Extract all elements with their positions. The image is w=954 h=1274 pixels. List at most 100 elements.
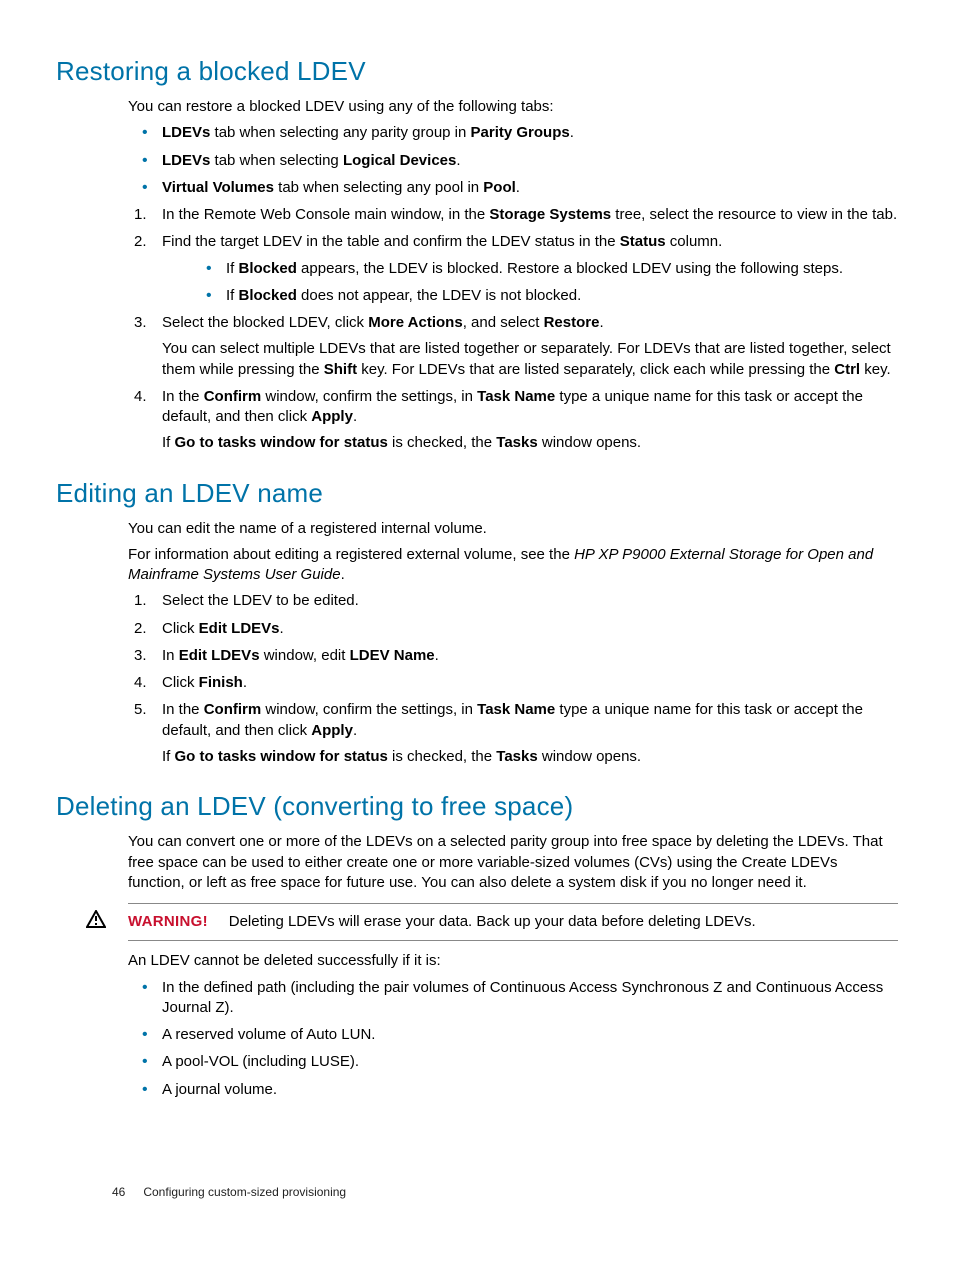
bold-term: Virtual Volumes	[162, 179, 274, 196]
heading-editing-ldev: Editing an LDEV name	[56, 476, 898, 511]
bold-term: Tasks	[496, 748, 537, 765]
bold-term: Pool	[483, 179, 516, 196]
list-item: LDEVs tab when selecting Logical Devices…	[128, 151, 898, 171]
page-footer: 46 Configuring custom-sized provisioning	[112, 1184, 346, 1200]
section-deleting-body: You can convert one or more of the LDEVs…	[128, 832, 898, 893]
text-fragment: window, edit	[260, 647, 350, 664]
list-item: In the defined path (including the pair …	[128, 978, 898, 1019]
text-fragment: window opens.	[538, 748, 641, 765]
warning-icon	[86, 910, 106, 934]
bold-term: Edit LDEVs	[199, 620, 280, 637]
text-fragment: Select the blocked LDEV, click	[162, 314, 368, 331]
list-item: A pool-VOL (including LUSE).	[128, 1052, 898, 1072]
footer-title: Configuring custom-sized provisioning	[143, 1185, 346, 1199]
text-fragment: does not appear, the LDEV is not blocked…	[297, 287, 581, 304]
page-number: 46	[112, 1184, 140, 1200]
bold-term: Tasks	[496, 434, 537, 451]
text-fragment: .	[353, 722, 357, 739]
heading-restoring-ldev: Restoring a blocked LDEV	[56, 54, 898, 89]
text-fragment: .	[353, 408, 357, 425]
bold-term: Parity Groups	[471, 124, 570, 141]
restore-steps: In the Remote Web Console main window, i…	[128, 205, 898, 454]
continuation-text: If Go to tasks window for status is chec…	[162, 747, 898, 767]
text-fragment: is checked, the	[388, 748, 496, 765]
bold-term: Confirm	[204, 701, 262, 718]
text-fragment: In	[162, 647, 179, 664]
step-item: In Edit LDEVs window, edit LDEV Name.	[128, 646, 898, 666]
text-fragment: If	[226, 287, 239, 304]
text-fragment: tab when selecting any pool in	[274, 179, 483, 196]
text-fragment: .	[456, 152, 460, 169]
text-fragment: In the	[162, 388, 204, 405]
heading-deleting-ldev: Deleting an LDEV (converting to free spa…	[56, 789, 898, 824]
step-item: In the Remote Web Console main window, i…	[128, 205, 898, 225]
list-item: LDEVs tab when selecting any parity grou…	[128, 123, 898, 143]
bold-term: Finish	[199, 674, 243, 691]
list-item: If Blocked appears, the LDEV is blocked.…	[196, 259, 898, 279]
bold-term: Apply	[311, 408, 353, 425]
text-fragment: key. For LDEVs that are listed separatel…	[357, 361, 834, 378]
text-fragment: column.	[666, 233, 723, 250]
section-restoring-body: You can restore a blocked LDEV using any…	[128, 97, 898, 454]
step-item: Select the blocked LDEV, click More Acti…	[128, 313, 898, 380]
text-fragment: If	[226, 260, 239, 277]
bold-term: LDEVs	[162, 124, 210, 141]
text-fragment: .	[570, 124, 574, 141]
paragraph: An LDEV cannot be deleted successfully i…	[128, 951, 898, 971]
text-fragment: .	[341, 566, 345, 583]
sub-list: If Blocked appears, the LDEV is blocked.…	[196, 259, 898, 307]
step-item: Find the target LDEV in the table and co…	[128, 232, 898, 306]
tab-list: LDEVs tab when selecting any parity grou…	[128, 123, 898, 198]
bold-term: Task Name	[477, 701, 555, 718]
step-item: In the Confirm window, confirm the setti…	[128, 387, 898, 454]
list-item: A journal volume.	[128, 1080, 898, 1100]
text-fragment: key.	[860, 361, 891, 378]
text-fragment: window, confirm the settings, in	[261, 701, 477, 718]
bold-term: Go to tasks window for status	[175, 434, 388, 451]
text-fragment: Click	[162, 620, 199, 637]
step-item: Click Edit LDEVs.	[128, 619, 898, 639]
paragraph: You can edit the name of a registered in…	[128, 519, 898, 539]
text-fragment: .	[243, 674, 247, 691]
text-fragment: tab when selecting	[210, 152, 343, 169]
bold-term: Storage Systems	[489, 206, 611, 223]
text-fragment: Click	[162, 674, 199, 691]
text-fragment: tab when selecting any parity group in	[210, 124, 470, 141]
edit-steps: Select the LDEV to be edited. Click Edit…	[128, 591, 898, 767]
bold-term: Status	[620, 233, 666, 250]
text-fragment: For information about editing a register…	[128, 546, 574, 563]
step-item: In the Confirm window, confirm the setti…	[128, 700, 898, 767]
bold-term: Edit LDEVs	[179, 647, 260, 664]
text-fragment: If	[162, 434, 175, 451]
text-fragment: .	[280, 620, 284, 637]
text-fragment: .	[516, 179, 520, 196]
paragraph: For information about editing a register…	[128, 545, 898, 586]
bold-term: Confirm	[204, 388, 262, 405]
text-fragment: window opens.	[538, 434, 641, 451]
warning-text: Deleting LDEVs will erase your data. Bac…	[229, 913, 756, 930]
warning-label: WARNING!	[128, 913, 208, 930]
text-fragment: tree, select the resource to view in the…	[611, 206, 897, 223]
bold-term: Ctrl	[834, 361, 860, 378]
bold-term: LDEVs	[162, 152, 210, 169]
bold-term: Restore	[544, 314, 600, 331]
text-fragment: , and select	[463, 314, 544, 331]
bold-term: Apply	[311, 722, 353, 739]
bold-term: More Actions	[368, 314, 462, 331]
list-item: A reserved volume of Auto LUN.	[128, 1025, 898, 1045]
step-item: Select the LDEV to be edited.	[128, 591, 898, 611]
paragraph: You can convert one or more of the LDEVs…	[128, 832, 898, 893]
text-fragment: Find the target LDEV in the table and co…	[162, 233, 620, 250]
continuation-text: If Go to tasks window for status is chec…	[162, 433, 898, 453]
bold-term: Shift	[324, 361, 357, 378]
section-editing-body: You can edit the name of a registered in…	[128, 519, 898, 768]
continuation-text: You can select multiple LDEVs that are l…	[162, 339, 898, 380]
warning-callout: WARNING! Deleting LDEVs will erase your …	[128, 903, 898, 941]
list-item: Virtual Volumes tab when selecting any p…	[128, 178, 898, 198]
text-fragment: window, confirm the settings, in	[261, 388, 477, 405]
list-item: If Blocked does not appear, the LDEV is …	[196, 286, 898, 306]
text-fragment: is checked, the	[388, 434, 496, 451]
step-item: Click Finish.	[128, 673, 898, 693]
bold-term: Logical Devices	[343, 152, 456, 169]
bold-term: Blocked	[239, 260, 297, 277]
